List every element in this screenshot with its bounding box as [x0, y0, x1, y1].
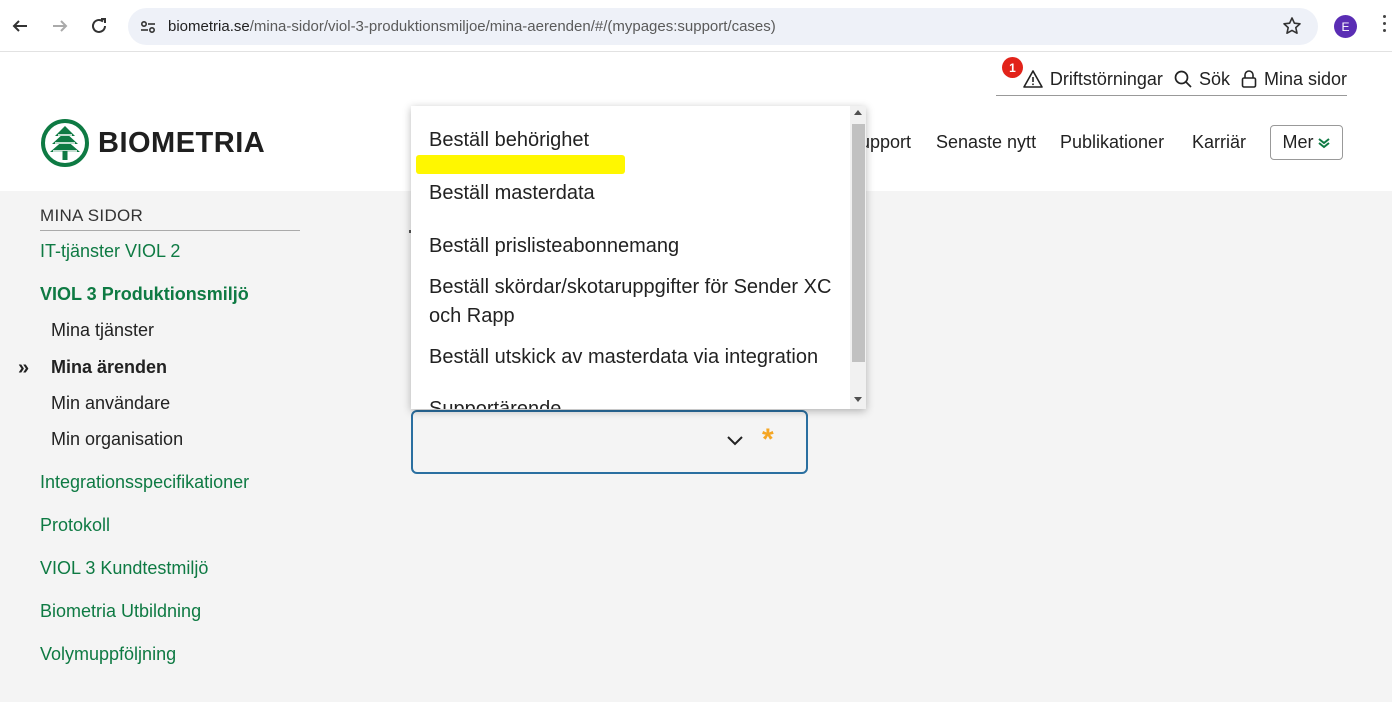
sidebar: MINA SIDOR IT-tjänster VIOL 2 VIOL 3 Pro…: [0, 191, 320, 702]
more-label: Mer: [1282, 132, 1314, 152]
nav-publications[interactable]: Publikationer: [1060, 132, 1164, 153]
double-chevron-down-icon: [1317, 137, 1330, 148]
scrollbar-thumb[interactable]: [852, 124, 865, 362]
nav-latest-news[interactable]: Senaste nytt: [936, 132, 1036, 153]
sidebar-item-viol3-customer-test[interactable]: VIOL 3 Kundtestmiljö: [40, 558, 208, 579]
lock-icon: [1241, 70, 1257, 88]
sidebar-item-my-services[interactable]: Mina tjänster: [51, 320, 154, 341]
browser-menu-icon[interactable]: [1378, 15, 1390, 37]
search-icon: [1174, 70, 1192, 88]
outage-label: Driftstörningar: [1049, 68, 1163, 89]
forward-arrow-icon[interactable]: [48, 14, 72, 38]
option-order-permission[interactable]: Beställ behörighet: [429, 126, 839, 155]
chevron-down-icon[interactable]: [726, 434, 744, 452]
search-link[interactable]: Sök: [1173, 69, 1230, 90]
sidebar-title: MINA SIDOR: [40, 206, 144, 225]
case-type-dropdown[interactable]: Beställ behörighet Beställ masterdata Be…: [411, 106, 866, 409]
option-order-harvester-data[interactable]: Beställ skördar/skotaruppgifter för Send…: [429, 273, 839, 331]
warning-icon: [1023, 70, 1043, 88]
url-path: /mina-sidor/viol-3-produktionsmiljoe/min…: [249, 18, 776, 35]
case-type-select[interactable]: *: [411, 410, 808, 474]
site-info-icon[interactable]: [138, 17, 158, 42]
sidebar-item-biometria-education[interactable]: Biometria Utbildning: [40, 601, 201, 622]
sidebar-item-my-organisation[interactable]: Min organisation: [51, 429, 183, 450]
sidebar-divider: [40, 230, 300, 231]
my-pages-link[interactable]: Mina sidor: [1240, 69, 1347, 90]
bookmark-star-icon[interactable]: [1282, 16, 1302, 41]
required-marker: *: [762, 423, 774, 456]
reload-icon[interactable]: [87, 14, 111, 38]
nav-career[interactable]: Karriär: [1192, 132, 1246, 153]
option-order-masterdata-integration[interactable]: Beställ utskick av masterdata via integr…: [429, 343, 839, 372]
browser-toolbar: biometria.se/mina-sidor/viol-3-produktio…: [0, 0, 1392, 52]
option-order-pricelist-subscription[interactable]: Beställ prislisteabonnemang: [429, 232, 839, 261]
sidebar-item-protocol[interactable]: Protokoll: [40, 515, 110, 536]
scroll-down-arrow-icon[interactable]: [854, 397, 862, 402]
url-text: biometria.se/mina-sidor/viol-3-produktio…: [168, 18, 776, 35]
url-host: biometria.se: [168, 18, 250, 35]
logo-text: BIOMETRIA: [98, 126, 266, 159]
nav-support[interactable]: upport: [860, 132, 911, 153]
my-pages-label: Mina sidor: [1263, 68, 1347, 89]
highlight-mark: [416, 155, 625, 174]
profile-avatar[interactable]: E: [1334, 15, 1357, 38]
sidebar-item-my-user[interactable]: Min användare: [51, 393, 170, 414]
search-label: Sök: [1198, 68, 1230, 89]
sidebar-item-viol3-production[interactable]: VIOL 3 Produktionsmiljö: [40, 284, 249, 305]
sidebar-item-my-cases[interactable]: Mina ärenden: [51, 357, 167, 378]
back-arrow-icon[interactable]: [8, 14, 32, 38]
option-order-masterdata[interactable]: Beställ masterdata: [429, 179, 839, 208]
address-bar[interactable]: biometria.se/mina-sidor/viol-3-produktio…: [128, 8, 1318, 45]
sidebar-item-volume-followup[interactable]: Volymuppföljning: [40, 644, 176, 665]
active-item-marker: »: [18, 357, 30, 379]
biometria-logo[interactable]: BIOMETRIA: [40, 118, 265, 168]
sidebar-item-it-services-viol2[interactable]: IT-tjänster VIOL 2: [40, 241, 180, 262]
alert-count-badge: 1: [1002, 57, 1023, 78]
outage-link[interactable]: Driftstörningar: [1022, 69, 1163, 90]
scroll-up-arrow-icon[interactable]: [854, 110, 862, 115]
tree-logo-icon: [41, 119, 89, 167]
more-menu-button[interactable]: Mer: [1270, 125, 1343, 160]
top-links-divider: [996, 95, 1347, 96]
top-links: Driftstörningar Sök Mina sidor: [1022, 62, 1347, 96]
option-support-case[interactable]: Supportärende: [429, 395, 839, 409]
sidebar-item-integration-specs[interactable]: Integrationsspecifikationer: [40, 472, 249, 493]
